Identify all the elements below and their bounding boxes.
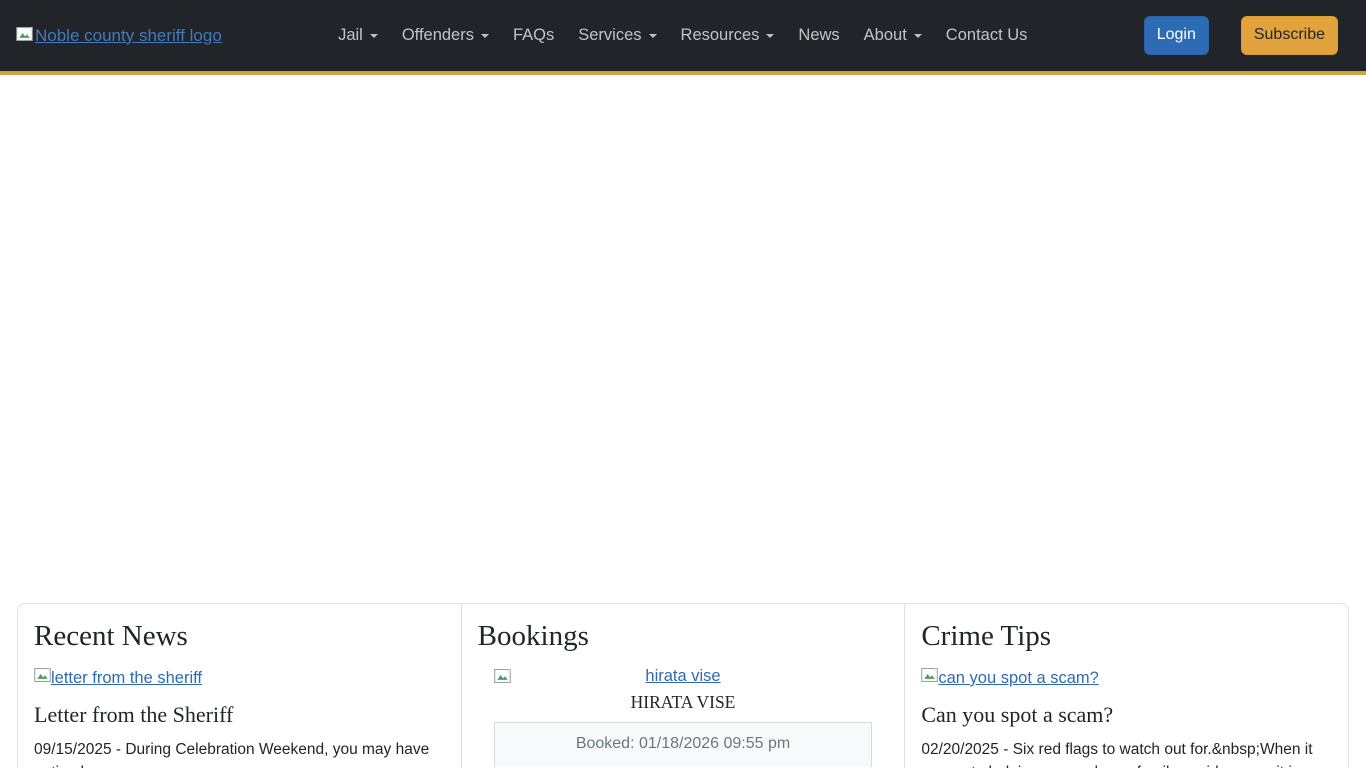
recent-news-title: Recent News bbox=[34, 620, 445, 653]
top-navbar: Noble county sheriff logo Jail Offenders… bbox=[0, 0, 1366, 75]
booking-person-name: HIRATA VISE bbox=[494, 692, 873, 713]
broken-image-icon bbox=[494, 669, 511, 688]
chevron-down-icon bbox=[481, 34, 489, 38]
bookings-card: Bookings hirata vise HIRATA VISE Booked:… bbox=[462, 603, 906, 768]
nav-item-label: Contact Us bbox=[946, 26, 1028, 45]
nav-item-contact-us[interactable]: Contact Us bbox=[934, 18, 1040, 53]
nav-item-offenders[interactable]: Offenders bbox=[390, 18, 501, 53]
recent-news-excerpt: 09/15/2025 - During Celebration Weekend,… bbox=[34, 738, 445, 768]
booking-entry: hirata vise HIRATA VISE Booked: 01/18/20… bbox=[494, 667, 873, 767]
subscribe-button[interactable]: Subscribe bbox=[1241, 16, 1338, 54]
hero-empty-area bbox=[0, 75, 1366, 603]
recent-news-card: Recent News letter from the sheriff Lett… bbox=[17, 603, 462, 768]
crime-tips-excerpt: 02/20/2025 - Six red flags to watch out … bbox=[921, 738, 1332, 768]
crime-tips-title: Crime Tips bbox=[921, 620, 1332, 653]
login-button[interactable]: Login bbox=[1144, 16, 1209, 54]
nav-item-services[interactable]: Services bbox=[566, 18, 668, 53]
booking-image-link[interactable]: hirata vise bbox=[645, 667, 720, 685]
nav-item-jail[interactable]: Jail bbox=[326, 18, 390, 53]
nav-item-news[interactable]: News bbox=[786, 18, 851, 53]
nav-item-label: FAQs bbox=[513, 26, 554, 45]
nav-item-label: News bbox=[798, 26, 839, 45]
crime-tips-headline: Can you spot a scam? bbox=[921, 702, 1332, 728]
broken-image-icon bbox=[921, 667, 938, 689]
nav-item-label: Services bbox=[578, 26, 641, 45]
recent-news-image-row: letter from the sheriff bbox=[34, 667, 445, 690]
bookings-title: Bookings bbox=[478, 620, 889, 653]
crime-tips-image-link[interactable]: can you spot a scam? bbox=[938, 667, 1099, 690]
broken-image-icon bbox=[34, 667, 51, 689]
recent-news-headline: Letter from the Sheriff bbox=[34, 702, 445, 728]
nav-item-label: Offenders bbox=[402, 26, 474, 45]
site-logo-alt-text: Noble county sheriff logo bbox=[35, 26, 222, 46]
nav-item-label: Resources bbox=[681, 26, 760, 45]
navbar-actions: Login Subscribe bbox=[1144, 16, 1338, 54]
nav-item-label: About bbox=[864, 26, 907, 45]
broken-image-icon bbox=[16, 26, 33, 46]
chevron-down-icon bbox=[649, 34, 657, 38]
nav-item-faqs[interactable]: FAQs bbox=[501, 18, 566, 53]
bottom-cards-row: Recent News letter from the sheriff Lett… bbox=[17, 603, 1349, 768]
main-navigation: Jail Offenders FAQs Services Resources N… bbox=[222, 18, 1144, 53]
nav-item-about[interactable]: About bbox=[852, 18, 934, 53]
nav-item-resources[interactable]: Resources bbox=[669, 18, 787, 53]
chevron-down-icon bbox=[766, 34, 774, 38]
site-logo-link[interactable]: Noble county sheriff logo bbox=[16, 26, 222, 46]
booking-image-row: hirata vise bbox=[494, 667, 873, 689]
booking-date-row: Booked: 01/18/2026 09:55 pm bbox=[494, 722, 873, 767]
chevron-down-icon bbox=[370, 34, 378, 38]
recent-news-image-link[interactable]: letter from the sheriff bbox=[51, 667, 202, 690]
crime-tips-card: Crime Tips can you spot a scam? Can you … bbox=[905, 603, 1349, 768]
nav-item-label: Jail bbox=[338, 26, 363, 45]
crime-tips-image-row: can you spot a scam? bbox=[921, 667, 1332, 690]
chevron-down-icon bbox=[914, 34, 922, 38]
